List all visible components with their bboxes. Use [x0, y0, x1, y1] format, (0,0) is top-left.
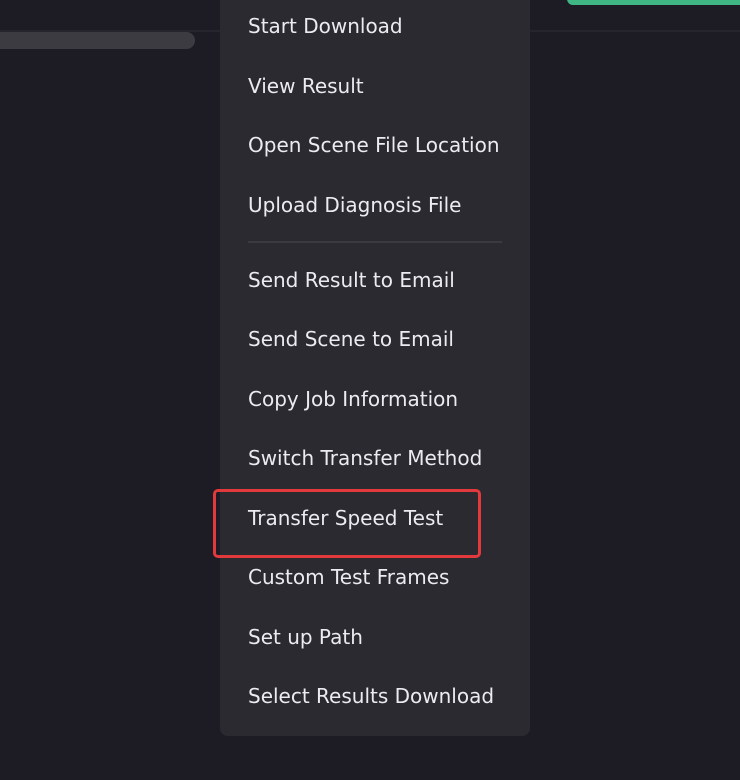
menu-item-custom-test-frames[interactable]: Custom Test Frames: [248, 557, 449, 597]
menu-item-switch-transfer-method[interactable]: Switch Transfer Method: [248, 438, 482, 478]
menu-item-send-result-to-email[interactable]: Send Result to Email: [248, 260, 455, 300]
menu-item-select-results-download[interactable]: Select Results Download: [248, 676, 494, 716]
menu-item-start-download[interactable]: Start Download: [248, 6, 403, 46]
menu-item-upload-diagnosis-file[interactable]: Upload Diagnosis File: [248, 185, 461, 225]
menu-item-copy-job-information[interactable]: Copy Job Information: [248, 379, 458, 419]
status-badge: [567, 0, 740, 5]
menu-item-send-scene-to-email[interactable]: Send Scene to Email: [248, 319, 454, 359]
menu-item-view-result[interactable]: View Result: [248, 66, 364, 106]
menu-item-open-scene-file-location[interactable]: Open Scene File Location: [248, 125, 500, 165]
menu-item-set-up-path[interactable]: Set up Path: [248, 617, 363, 657]
menu-item-transfer-speed-test[interactable]: Transfer Speed Test: [248, 498, 443, 538]
context-menu: Start Download View Result Open Scene Fi…: [220, 0, 530, 736]
horizontal-scrollbar[interactable]: [0, 32, 195, 49]
menu-separator: [248, 241, 502, 243]
